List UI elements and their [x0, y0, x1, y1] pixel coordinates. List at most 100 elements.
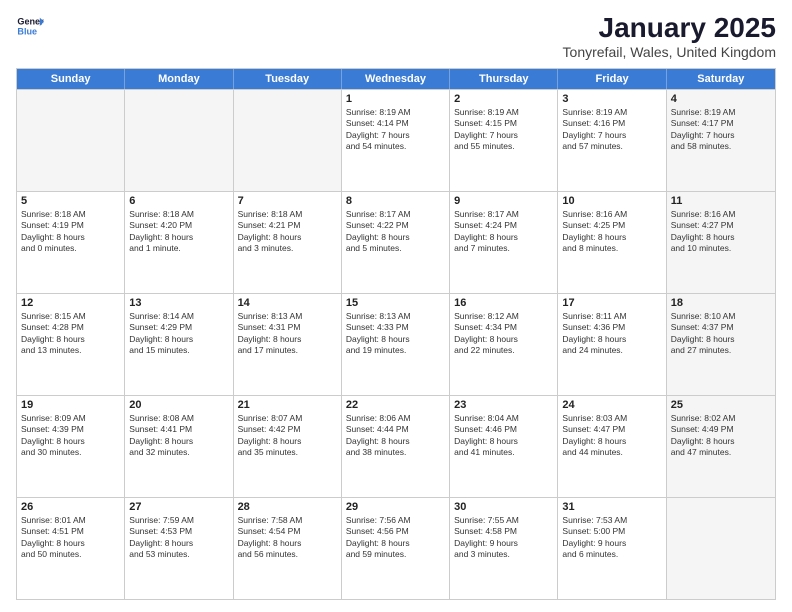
- cell-text: Sunrise: 8:11 AM: [562, 311, 661, 322]
- day-number: 13: [129, 297, 228, 309]
- cell-text: Sunrise: 8:18 AM: [129, 209, 228, 220]
- day-number: 1: [346, 93, 445, 105]
- calendar-cell-16: 16 Sunrise: 8:12 AMSunset: 4:34 PMDayligh…: [450, 294, 558, 395]
- calendar-cell-empty-4-6: [667, 498, 775, 599]
- calendar-row-4: 26Sunrise: 8:01 AMSunset: 4:51 PMDayligh…: [17, 497, 775, 599]
- cell-text: Sunset: 4:39 PM: [21, 424, 120, 435]
- cell-text: and 27 minutes.: [671, 345, 771, 356]
- day-number: 12: [21, 297, 120, 309]
- cell-text: Sunrise: 8:12 AM: [454, 311, 553, 322]
- cell-text: Sunset: 4:17 PM: [671, 118, 771, 129]
- cell-text: Sunset: 4:25 PM: [562, 220, 661, 231]
- calendar-cell-12: 12Sunrise: 8:15 AMSunset: 4:28 PMDayligh…: [17, 294, 125, 395]
- calendar-cell-8: 8Sunrise: 8:17 AMSunset: 4:22 PMDaylight…: [342, 192, 450, 293]
- calendar-cell-6: 6Sunrise: 8:18 AMSunset: 4:20 PMDaylight…: [125, 192, 233, 293]
- cell-text: and 35 minutes.: [238, 447, 337, 458]
- day-number: 19: [21, 399, 120, 411]
- day-number: 27: [129, 501, 228, 513]
- header-day-tuesday: Tuesday: [234, 69, 342, 89]
- cell-text: and 7 minutes.: [454, 243, 553, 254]
- cell-text: Daylight: 8 hours: [346, 232, 445, 243]
- svg-text:Blue: Blue: [17, 26, 37, 36]
- cell-text: and 44 minutes.: [562, 447, 661, 458]
- cell-text: Sunrise: 8:07 AM: [238, 413, 337, 424]
- cell-text: and 10 minutes.: [671, 243, 771, 254]
- cell-text: Sunrise: 8:16 AM: [562, 209, 661, 220]
- cell-text: Daylight: 9 hours: [454, 538, 553, 549]
- calendar-cell-1: 1Sunrise: 8:19 AMSunset: 4:14 PMDaylight…: [342, 90, 450, 191]
- cell-text: Sunrise: 8:01 AM: [21, 515, 120, 526]
- cell-text: Sunset: 4:21 PM: [238, 220, 337, 231]
- day-number: 11: [671, 195, 771, 207]
- cell-text: Sunrise: 7:53 AM: [562, 515, 661, 526]
- calendar-cell-18: 18Sunrise: 8:10 AMSunset: 4:37 PMDayligh…: [667, 294, 775, 395]
- day-number: 26: [21, 501, 120, 513]
- cell-text: Sunrise: 8:19 AM: [671, 107, 771, 118]
- cell-text: Sunrise: 8:18 AM: [21, 209, 120, 220]
- calendar-cell-21: 21Sunrise: 8:07 AMSunset: 4:42 PMDayligh…: [234, 396, 342, 497]
- calendar-cell-4: 4Sunrise: 8:19 AMSunset: 4:17 PMDaylight…: [667, 90, 775, 191]
- cell-text: Sunset: 4:19 PM: [21, 220, 120, 231]
- cell-text: Sunrise: 8:19 AM: [454, 107, 553, 118]
- cell-text: Daylight: 8 hours: [562, 334, 661, 345]
- cell-text: Daylight: 8 hours: [238, 334, 337, 345]
- cell-text: and 24 minutes.: [562, 345, 661, 356]
- cell-text: and 55 minutes.: [454, 141, 553, 152]
- day-number: 17: [562, 297, 661, 309]
- calendar-cell-10: 10Sunrise: 8:16 AMSunset: 4:25 PMDayligh…: [558, 192, 666, 293]
- day-number: 25: [671, 399, 771, 411]
- cell-text: Daylight: 7 hours: [346, 130, 445, 141]
- cell-text: Sunrise: 8:18 AM: [238, 209, 337, 220]
- cell-text: Sunset: 4:34 PM: [454, 322, 553, 333]
- calendar-cell-empty-0-1: [125, 90, 233, 191]
- calendar-cell-5: 5Sunrise: 8:18 AMSunset: 4:19 PMDaylight…: [17, 192, 125, 293]
- cell-text: Sunset: 4:58 PM: [454, 526, 553, 537]
- calendar-body: 1Sunrise: 8:19 AMSunset: 4:14 PMDaylight…: [17, 89, 775, 599]
- cell-text: and 58 minutes.: [671, 141, 771, 152]
- cell-text: Sunset: 4:27 PM: [671, 220, 771, 231]
- cell-text: and 22 minutes.: [454, 345, 553, 356]
- cell-text: Sunrise: 8:03 AM: [562, 413, 661, 424]
- cell-text: Sunrise: 7:55 AM: [454, 515, 553, 526]
- calendar-cell-23: 23Sunrise: 8:04 AMSunset: 4:46 PMDayligh…: [450, 396, 558, 497]
- cell-text: and 0 minutes.: [21, 243, 120, 254]
- cell-text: Daylight: 8 hours: [562, 232, 661, 243]
- calendar-row-2: 12Sunrise: 8:15 AMSunset: 4:28 PMDayligh…: [17, 293, 775, 395]
- cell-text: and 59 minutes.: [346, 549, 445, 560]
- day-number: 16: [454, 297, 553, 309]
- calendar-cell-24: 24Sunrise: 8:03 AMSunset: 4:47 PMDayligh…: [558, 396, 666, 497]
- cell-text: Daylight: 8 hours: [129, 232, 228, 243]
- cell-text: Sunset: 4:51 PM: [21, 526, 120, 537]
- calendar-row-0: 1 Sunrise: 8:19 AM Sunset: 4:14 PMDaylight…: [17, 89, 775, 191]
- day-number: 15: [346, 297, 445, 309]
- cell-text: and 50 minutes.: [21, 549, 120, 560]
- cell-text: Sunrise: 8:15 AM: [21, 311, 120, 322]
- calendar-cell-25: 25Sunrise: 8:02 AMSunset: 4:49 PMDayligh…: [667, 396, 775, 497]
- calendar-cell-9: 9Sunrise: 8:17 AMSunset: 4:24 PMDaylight…: [450, 192, 558, 293]
- calendar-cell-26: 26 Sunrise: 8:01 AMSunset: 4:51 PMDayligh…: [17, 498, 125, 599]
- day-number: 22: [346, 399, 445, 411]
- cell-text: Sunset: 4:14 PM: [346, 118, 445, 129]
- calendar-header: SundayMondayTuesdayWednesdayThursdayFrid…: [17, 69, 775, 89]
- cell-text: and 38 minutes.: [346, 447, 445, 458]
- cell-text: Sunrise: 8:04 AM: [454, 413, 553, 424]
- cell-text: Daylight: 8 hours: [21, 538, 120, 549]
- cell-text: Sunrise: 8:09 AM: [21, 413, 120, 424]
- logo-icon: General Blue: [16, 12, 44, 40]
- cell-text: Sunrise: 8:17 AM: [346, 209, 445, 220]
- cell-text: Sunset: 4:33 PM: [346, 322, 445, 333]
- cell-text: Daylight: 8 hours: [346, 538, 445, 549]
- cell-text: Sunset: 4:53 PM: [129, 526, 228, 537]
- day-number: 9: [454, 195, 553, 207]
- day-number: 4: [671, 93, 771, 105]
- header-day-sunday: Sunday: [17, 69, 125, 89]
- cell-text: Sunrise: 8:10 AM: [671, 311, 771, 322]
- calendar-cell-17: 17Sunrise: 8:11 AMSunset: 4:36 PMDayligh…: [558, 294, 666, 395]
- day-number: 24: [562, 399, 661, 411]
- cell-text: Sunset: 4:16 PM: [562, 118, 661, 129]
- day-number: 7: [238, 195, 337, 207]
- cell-text: Daylight: 8 hours: [454, 334, 553, 345]
- cell-text: Sunrise: 8:02 AM: [671, 413, 771, 424]
- calendar-cell-15: 15Sunrise: 8:13 AMSunset: 4:33 PMDayligh…: [342, 294, 450, 395]
- cell-text: Sunset: 4:44 PM: [346, 424, 445, 435]
